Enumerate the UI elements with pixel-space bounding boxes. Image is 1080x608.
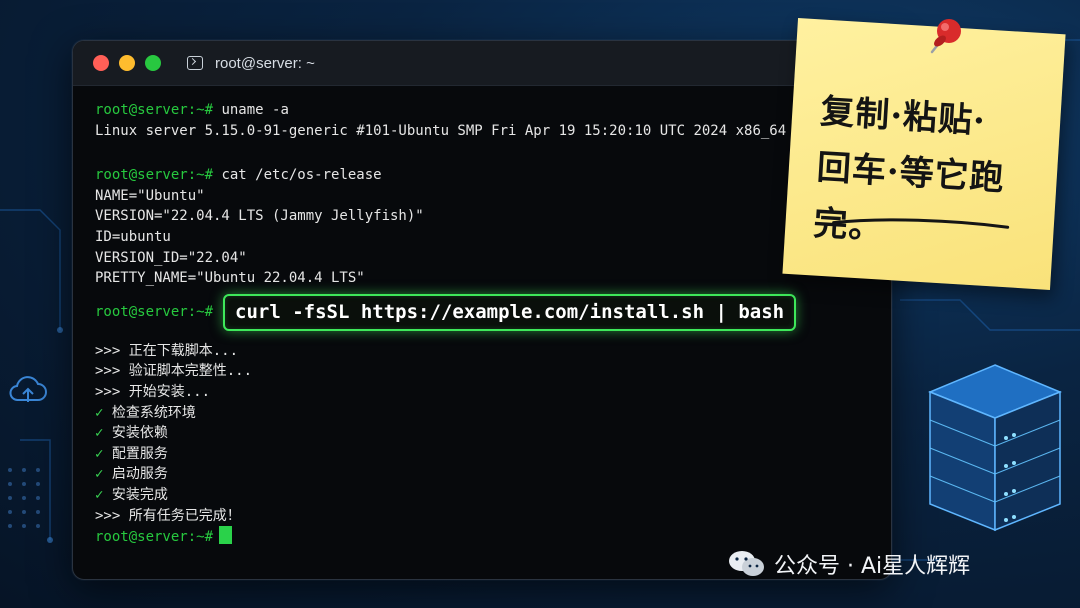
server-rack-icon bbox=[928, 364, 1062, 532]
maximize-window-button[interactable] bbox=[145, 55, 161, 71]
step-label: 安装依赖 bbox=[111, 425, 168, 442]
check-icon: ✓ bbox=[95, 486, 104, 503]
output-line: PRETTY_NAME="Ubuntu 22.04.4 LTS" bbox=[95, 270, 365, 287]
wechat-icon bbox=[729, 551, 764, 576]
output-line: VERSION_ID="22.04" bbox=[95, 249, 247, 266]
push-pin-icon bbox=[930, 19, 961, 54]
command-text: uname -a bbox=[213, 102, 289, 118]
current-command-line[interactable]: root@server:~# bbox=[95, 526, 869, 547]
check-icon: ✓ bbox=[95, 425, 104, 442]
output-line: VERSION="22.04.4 LTS (Jammy Jellyfish)" bbox=[95, 208, 424, 225]
shell-prompt: root@server:~# bbox=[95, 167, 214, 184]
watermark: 公众号 · Ai星人辉辉 bbox=[728, 548, 970, 580]
highlighted-command-line: root@server:~# curl -fsSL https://exampl… bbox=[95, 291, 869, 335]
step-line: ✓ 启动服务 bbox=[95, 464, 869, 485]
minimize-window-button[interactable] bbox=[119, 55, 135, 71]
step-line: ✓ 安装完成 bbox=[95, 485, 869, 506]
shell-prompt: root@server:~# bbox=[95, 529, 214, 546]
step-label: 配置服务 bbox=[111, 445, 168, 462]
command-line: root@server:~# cat /etc/os-release bbox=[95, 165, 869, 186]
step-line: ✓ 检查系统环境 bbox=[95, 403, 869, 424]
sticky-note-text: 复制·粘贴· 回车·等它跑完。 bbox=[812, 84, 1062, 266]
watermark-text: 公众号 · Ai星人辉辉 bbox=[774, 554, 971, 579]
step-line: ✓ 配置服务 bbox=[95, 444, 869, 465]
check-icon: ✓ bbox=[95, 404, 104, 421]
sticky-note-line: 回车·等它跑完。 bbox=[812, 147, 1006, 248]
step-label: 安装完成 bbox=[111, 486, 168, 503]
shell-prompt: root@server:~# bbox=[95, 102, 214, 118]
text-cursor bbox=[219, 526, 233, 545]
cloud-upload-icon bbox=[9, 376, 47, 402]
progress-line: >>> 开始安装... bbox=[95, 383, 211, 400]
step-label: 检查系统环境 bbox=[111, 404, 196, 421]
done-line: >>> 所有任务已完成！ bbox=[95, 507, 241, 524]
highlighted-install-command[interactable]: curl -fsSL https://example.com/install.s… bbox=[223, 294, 797, 332]
step-label: 启动服务 bbox=[111, 466, 168, 483]
terminal-icon bbox=[187, 56, 203, 70]
command-text: cat /etc/os-release bbox=[213, 167, 382, 184]
terminal-output[interactable]: root@server:~# uname -a Linux server 5.1… bbox=[73, 86, 891, 561]
step-line: ✓ 安装依赖 bbox=[95, 423, 869, 444]
output-line: ID=ubuntu bbox=[95, 228, 171, 245]
check-icon: ✓ bbox=[95, 445, 104, 462]
progress-line: >>> 正在下载脚本... bbox=[95, 342, 239, 359]
output-line: NAME="Ubuntu" bbox=[95, 187, 205, 204]
window-title: root@server: ~ bbox=[215, 54, 315, 72]
terminal-window[interactable]: root@server: ~ root@server:~# uname -a L… bbox=[72, 40, 892, 580]
close-window-button[interactable] bbox=[93, 55, 109, 71]
shell-prompt: root@server:~# bbox=[95, 304, 214, 321]
progress-line: >>> 验证脚本完整性... bbox=[95, 363, 253, 380]
command-line: root@server:~# uname -a bbox=[95, 100, 869, 121]
terminal-titlebar[interactable]: root@server: ~ bbox=[73, 41, 891, 86]
output-line: Linux server 5.15.0-91-generic #101-Ubun… bbox=[95, 122, 871, 139]
check-icon: ✓ bbox=[95, 466, 104, 483]
